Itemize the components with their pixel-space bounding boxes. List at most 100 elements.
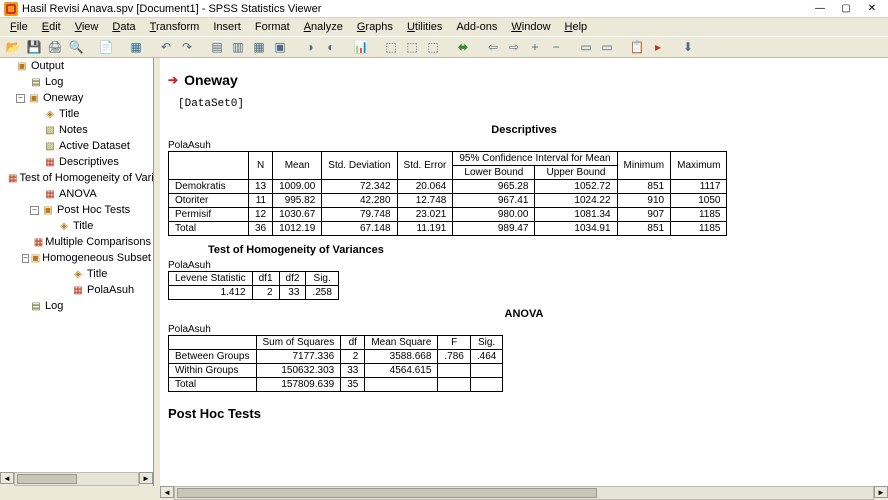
menu-window[interactable]: Window <box>505 20 556 34</box>
cell: 157809.639 <box>256 378 341 392</box>
chart-icon[interactable]: 📊 <box>352 38 370 56</box>
collapse-icon[interactable]: − <box>22 254 29 263</box>
print-icon[interactable]: 🖨 <box>46 38 64 56</box>
app-icon <box>4 2 18 16</box>
cell: 1117 <box>671 180 727 194</box>
tree-homogeneity[interactable]: ▦ Test of Homogeneity of Vari <box>2 170 151 186</box>
show-icon[interactable]: ⬚ <box>424 38 442 56</box>
cell: 965.28 <box>453 180 535 194</box>
menu-addons[interactable]: Add-ons <box>450 20 503 34</box>
menu-edit[interactable]: Edit <box>36 20 67 34</box>
menu-help[interactable]: Help <box>559 20 594 34</box>
menu-utilities[interactable]: Utilities <box>401 20 448 34</box>
table-row: Within Groups150632.303334564.615 <box>169 364 503 378</box>
cell: 1009.00 <box>273 180 322 194</box>
scrollbar-thumb[interactable] <box>177 488 597 498</box>
save-icon[interactable]: 💾 <box>25 38 43 56</box>
scroll-left-button[interactable]: ◄ <box>0 472 14 484</box>
insert-heading-icon[interactable]: ◑ <box>301 38 319 56</box>
tree-log[interactable]: ▤ Log <box>2 74 151 90</box>
insert-title-icon[interactable]: ◐ <box>322 38 340 56</box>
maximize-button[interactable]: ▢ <box>834 2 858 16</box>
tree-label: Title <box>73 220 93 232</box>
tree-title[interactable]: ◈ Title <box>2 266 151 282</box>
goto-case-icon[interactable]: ▥ <box>229 38 247 56</box>
up-icon[interactable]: + <box>526 38 544 56</box>
tree-active-dataset[interactable]: ▧ Active Dataset <box>2 138 151 154</box>
scrollbar-thumb[interactable] <box>17 474 77 484</box>
last-icon[interactable]: ⬇ <box>679 38 697 56</box>
output-icon: ▣ <box>15 60 29 72</box>
tree-anova[interactable]: ▦ ANOVA <box>2 186 151 202</box>
collapse-icon[interactable]: − <box>16 94 25 103</box>
tree-label: Title <box>59 108 79 120</box>
promote-icon[interactable]: ⬚ <box>382 38 400 56</box>
designate-window-icon[interactable]: ▭ <box>577 38 595 56</box>
tree-log[interactable]: ▤ Log <box>2 298 151 314</box>
dialog-recall-icon[interactable]: ▦ <box>127 38 145 56</box>
row-label: Total <box>169 378 257 392</box>
variables-icon[interactable]: ▦ <box>250 38 268 56</box>
tree-polaasuh[interactable]: ▦ PolaAsuh <box>2 282 151 298</box>
undo-icon[interactable]: ↶ <box>157 38 175 56</box>
collapse-icon[interactable]: − <box>30 206 39 215</box>
col-se: Std. Error <box>397 152 453 180</box>
row-label: Demokratis <box>169 180 249 194</box>
cell: 13 <box>249 180 273 194</box>
tree-label: Multiple Comparisons <box>45 236 151 248</box>
scroll-right-button[interactable]: ► <box>139 472 153 484</box>
tree-title[interactable]: ◈ Title <box>2 106 151 122</box>
toolbar: 📂 💾 🖨 🔍 📄 ▦ ↶ ↷ ▤ ▥ ▦ ▣ ◑ ◐ 📊 ⬚ ⬚ ⬚ ⬌ ⇦ … <box>0 36 888 58</box>
cell: 67.148 <box>322 222 397 236</box>
col-mean: Mean <box>273 152 322 180</box>
redo-icon[interactable]: ↷ <box>178 38 196 56</box>
scroll-left-button[interactable]: ◄ <box>160 486 174 498</box>
prev-icon[interactable]: ⇦ <box>484 38 502 56</box>
close-button[interactable]: ✕ <box>860 2 884 16</box>
scroll-right-button[interactable]: ► <box>874 486 888 498</box>
select-icon[interactable]: ▣ <box>271 38 289 56</box>
cell: 11.191 <box>397 222 453 236</box>
print-preview-icon[interactable]: 🔍 <box>67 38 85 56</box>
tree-label: Oneway <box>43 92 83 104</box>
separator-icon <box>148 38 154 56</box>
tree-descriptives[interactable]: ▦ Descriptives <box>2 154 151 170</box>
menu-view[interactable]: View <box>69 20 105 34</box>
goto-data-icon[interactable]: ▤ <box>208 38 226 56</box>
tree-oneway[interactable]: −▣ Oneway <box>2 90 151 106</box>
menu-data[interactable]: Data <box>106 20 141 34</box>
table-row: Otoriter11995.8242.28012.748967.411024.2… <box>169 194 727 208</box>
title-icon: ◈ <box>57 220 71 232</box>
tree-posthoc[interactable]: −▣ Post Hoc Tests <box>2 202 151 218</box>
open-icon[interactable]: 📂 <box>4 38 22 56</box>
scrollbar-track[interactable] <box>14 472 139 486</box>
script-icon[interactable]: 📋 <box>628 38 646 56</box>
scrollbar-track[interactable] <box>174 486 874 500</box>
cell: 12 <box>249 208 273 222</box>
run-icon[interactable]: ▸ <box>649 38 667 56</box>
designate-icon[interactable]: ▭ <box>598 38 616 56</box>
down-icon[interactable]: − <box>547 38 565 56</box>
tree-multiple-comparisons[interactable]: ▦ Multiple Comparisons <box>2 234 151 250</box>
separator-icon <box>445 38 451 56</box>
col-df: df <box>341 336 365 350</box>
menu-insert[interactable]: Insert <box>207 20 247 34</box>
tree-root-output[interactable]: ▣ Output <box>2 58 151 74</box>
menu-transform[interactable]: Transform <box>144 20 206 34</box>
export-icon[interactable]: 📄 <box>97 38 115 56</box>
minimize-button[interactable]: — <box>808 2 832 16</box>
collapse-icon[interactable]: ⬌ <box>454 38 472 56</box>
tree-label: Notes <box>59 124 88 136</box>
menu-format[interactable]: Format <box>249 20 296 34</box>
table-row: Demokratis131009.0072.34220.064965.28105… <box>169 180 727 194</box>
tree-notes[interactable]: ▧ Notes <box>2 122 151 138</box>
cell: .786 <box>438 350 470 364</box>
menu-analyze[interactable]: Analyze <box>298 20 349 34</box>
cell: 7177.336 <box>256 350 341 364</box>
menu-graphs[interactable]: Graphs <box>351 20 399 34</box>
next-icon[interactable]: ⇨ <box>505 38 523 56</box>
tree-homogeneous-subsets[interactable]: −▣ Homogeneous Subset <box>2 250 151 266</box>
tree-title[interactable]: ◈ Title <box>2 218 151 234</box>
menu-file[interactable]: File <box>4 20 34 34</box>
demote-icon[interactable]: ⬚ <box>403 38 421 56</box>
